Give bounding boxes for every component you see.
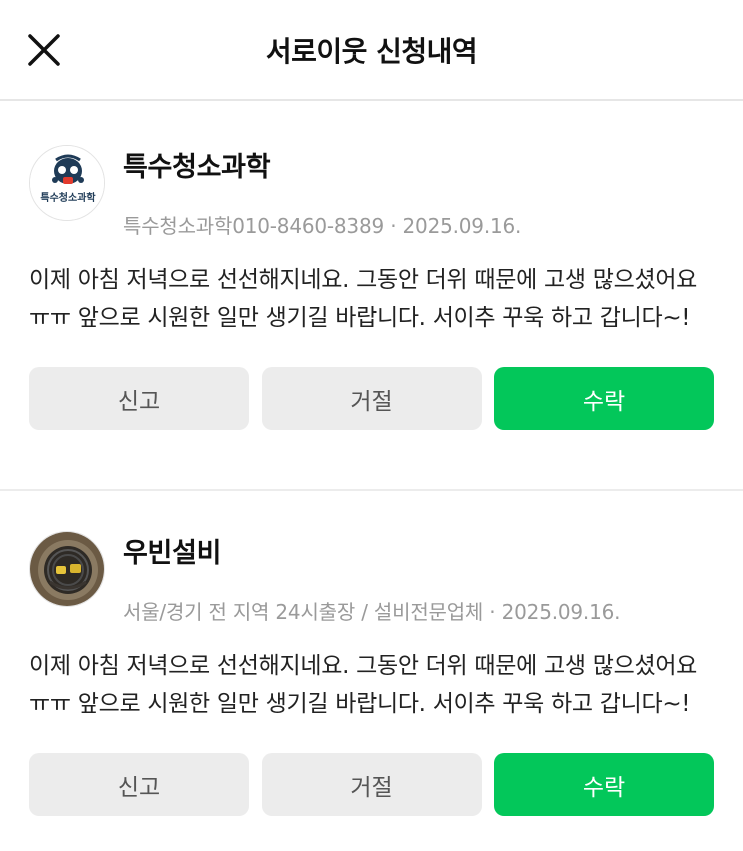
neighbor-request-item: 특수청소과학 특수청소과학 특수청소과학010-8460-8389 · 2025…	[0, 101, 743, 489]
report-button[interactable]: 신고	[29, 367, 249, 430]
avatar-label: 특수청소과학	[40, 191, 96, 204]
avatar[interactable]: 특수청소과학	[29, 145, 105, 221]
request-message: 이제 아침 저녁으로 선선해지네요. 그동안 더위 때문에 고생 많으셨어요 ㅠ…	[29, 653, 698, 717]
request-actions: 신고 거절 수락	[29, 753, 714, 816]
page-title: 서로이웃 신청내역	[265, 34, 478, 68]
close-icon[interactable]	[22, 28, 66, 72]
requester-name[interactable]: 특수청소과학	[123, 145, 521, 184]
requester-meta: 특수청소과학010-8460-8389 · 2025.09.16.	[123, 210, 521, 239]
request-date: 2025.09.16.	[402, 214, 522, 238]
request-actions: 신고 거절 수락	[29, 367, 714, 430]
meta-separator: ·	[489, 600, 502, 624]
reject-button[interactable]: 거절	[261, 367, 482, 430]
plumbing-photo-icon	[30, 532, 104, 606]
requester-subtitle: 서울/경기 전 지역 24시출장 / 설비전문업체	[123, 600, 484, 624]
requester-subtitle: 특수청소과학010-8460-8389	[123, 214, 385, 238]
top-bar: 서로이웃 신청내역	[0, 0, 743, 101]
reject-button[interactable]: 거절	[261, 753, 482, 816]
accept-button[interactable]: 수락	[494, 753, 714, 816]
requester-info: 우빈설비 서울/경기 전 지역 24시출장 / 설비전문업체 · 2025.09…	[123, 531, 620, 625]
request-header: 특수청소과학 특수청소과학 특수청소과학010-8460-8389 · 2025…	[29, 145, 714, 239]
requester-meta: 서울/경기 전 지역 24시출장 / 설비전문업체 · 2025.09.16.	[123, 596, 620, 625]
accept-button[interactable]: 수락	[494, 367, 714, 430]
gas-mask-logo-icon: 특수청소과학	[30, 146, 104, 220]
avatar[interactable]	[29, 531, 105, 607]
neighbor-request-item: 우빈설비 서울/경기 전 지역 24시출장 / 설비전문업체 · 2025.09…	[0, 489, 743, 816]
requester-name[interactable]: 우빈설비	[123, 531, 620, 570]
request-date: 2025.09.16.	[501, 600, 621, 624]
requester-info: 특수청소과학 특수청소과학010-8460-8389 · 2025.09.16.	[123, 145, 521, 239]
report-button[interactable]: 신고	[29, 753, 249, 816]
meta-separator: ·	[390, 214, 403, 238]
request-header: 우빈설비 서울/경기 전 지역 24시출장 / 설비전문업체 · 2025.09…	[29, 531, 714, 625]
request-message: 이제 아침 저녁으로 선선해지네요. 그동안 더위 때문에 고생 많으셨어요 ㅠ…	[29, 267, 698, 331]
